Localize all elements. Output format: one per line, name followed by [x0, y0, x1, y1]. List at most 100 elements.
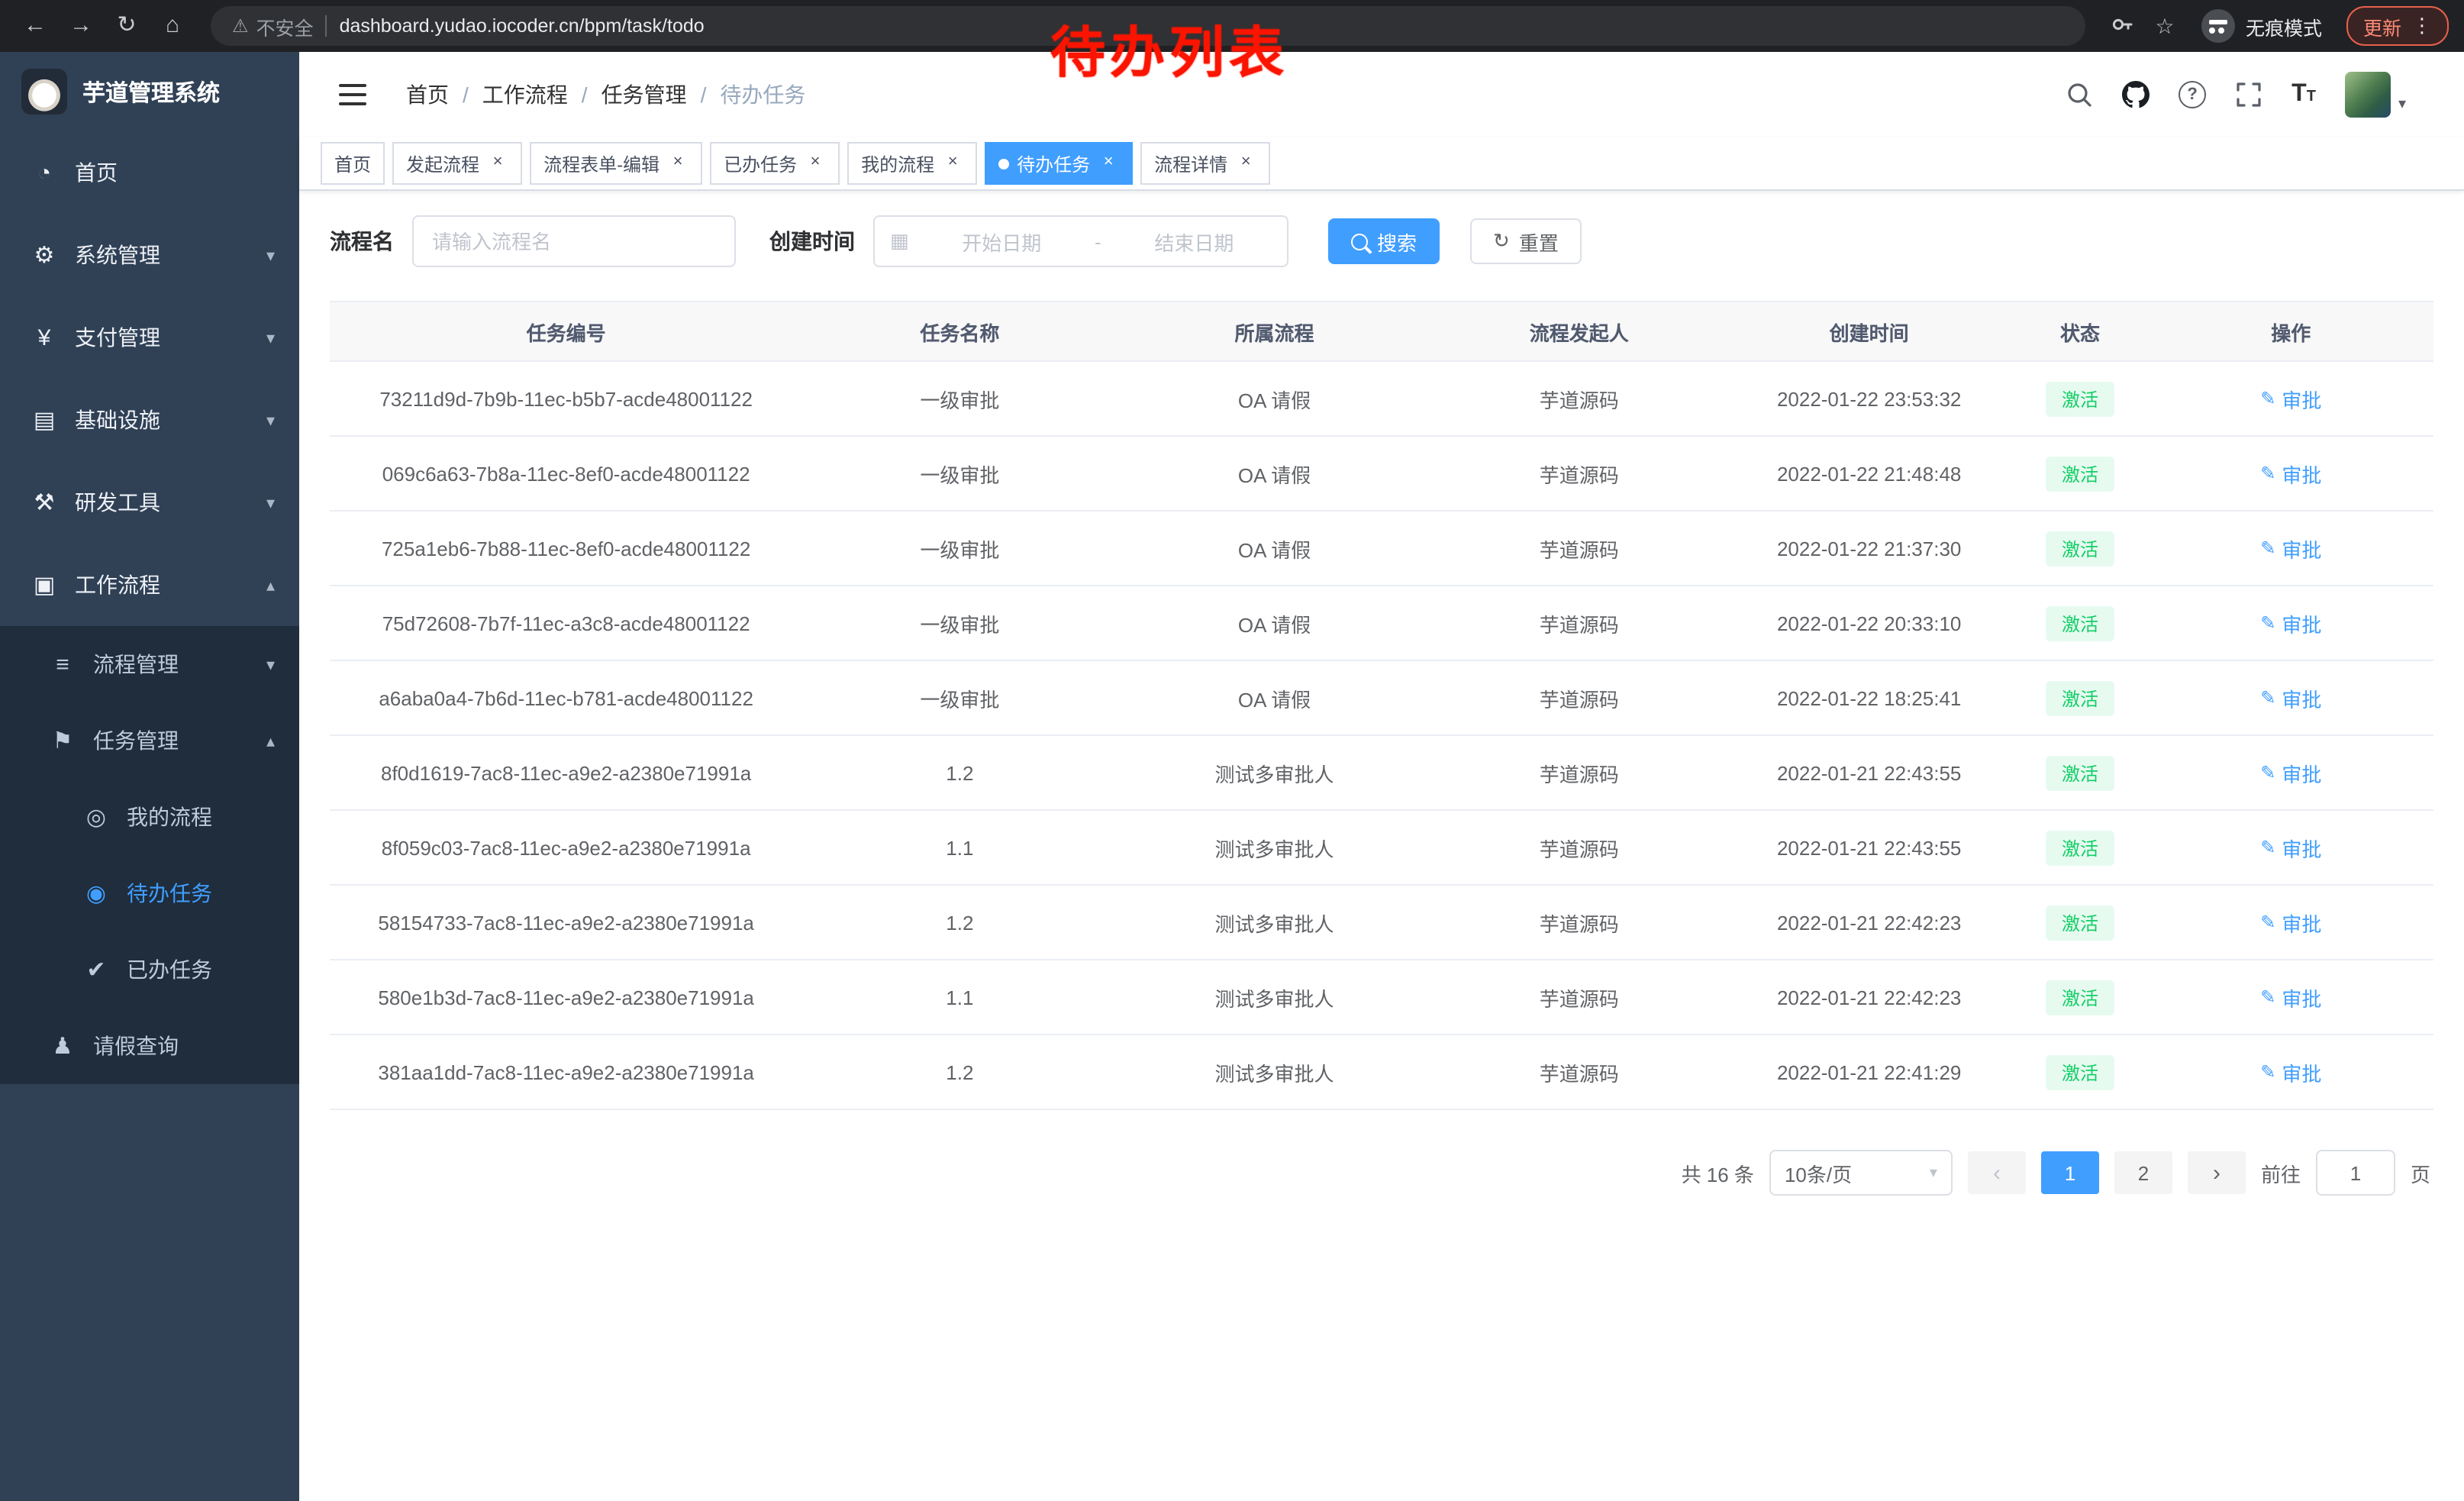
sidebar-item-payment-management[interactable]: ¥支付管理▾ — [0, 296, 299, 379]
tab-item[interactable]: 我的流程× — [847, 142, 977, 185]
close-icon[interactable]: × — [1235, 153, 1256, 174]
table-cell-action: ✎审批 — [2149, 983, 2433, 1012]
sidebar-item-process-management[interactable]: ≡流程管理▾ — [0, 626, 299, 702]
sidebar-item-my-process[interactable]: ◎我的流程 — [0, 779, 299, 855]
table-cell-status: 激活 — [2011, 905, 2148, 940]
table-cell: 2022-01-22 18:25:41 — [1727, 686, 2011, 709]
date-range-picker[interactable]: ▦ 开始日期 - 结束日期 — [873, 215, 1288, 267]
breadcrumb-item[interactable]: 首页 — [406, 79, 449, 110]
incognito-label: 无痕模式 — [2246, 11, 2322, 40]
approve-link[interactable]: ✎审批 — [2260, 758, 2321, 787]
prev-page-button[interactable]: ‹ — [1968, 1151, 2026, 1194]
approve-link[interactable]: ✎审批 — [2260, 534, 2321, 563]
approve-label: 审批 — [2282, 459, 2321, 488]
approve-link[interactable]: ✎审批 — [2260, 608, 2321, 638]
browser-home-icon[interactable]: ⌂ — [153, 6, 192, 46]
table-cell-action: ✎审批 — [2149, 758, 2433, 787]
page-button[interactable]: 1 — [2041, 1151, 2099, 1194]
calendar-icon: ▦ — [890, 229, 909, 253]
breadcrumb-separator: / — [582, 82, 588, 107]
status-badge: 激活 — [2046, 1054, 2114, 1089]
tab-item[interactable]: 发起流程× — [392, 142, 522, 185]
sidebar-item-done-task[interactable]: ✔已办任务 — [0, 931, 299, 1008]
table-cell: 2022-01-21 22:42:23 — [1727, 911, 2011, 934]
approve-link[interactable]: ✎审批 — [2260, 683, 2321, 712]
approve-link[interactable]: ✎审批 — [2260, 833, 2321, 862]
edit-icon: ✎ — [2260, 1061, 2275, 1083]
next-page-button[interactable]: › — [2188, 1151, 2246, 1194]
browser-reload-icon[interactable]: ↻ — [107, 6, 147, 46]
status-badge: 激活 — [2046, 680, 2114, 715]
tab-item[interactable]: 待办任务× — [985, 142, 1133, 185]
table-cell: OA 请假 — [1117, 534, 1431, 563]
table-row: 725a1eb6-7b88-11ec-8ef0-acde48001122一级审批… — [330, 512, 2433, 586]
user-avatar[interactable] — [2345, 72, 2391, 118]
sidebar-item-dev-tools[interactable]: ⚒研发工具▾ — [0, 461, 299, 544]
approve-link[interactable]: ✎审批 — [2260, 459, 2321, 488]
fullscreen-icon[interactable] — [2235, 81, 2262, 108]
approve-link[interactable]: ✎审批 — [2260, 384, 2321, 413]
close-icon[interactable]: × — [487, 153, 508, 174]
page-button[interactable]: 2 — [2114, 1151, 2172, 1194]
search-button[interactable]: 搜索 — [1328, 218, 1440, 264]
end-date-placeholder: 结束日期 — [1117, 227, 1272, 256]
close-icon[interactable]: × — [942, 153, 963, 174]
close-icon[interactable]: × — [805, 153, 826, 174]
approve-link[interactable]: ✎审批 — [2260, 908, 2321, 937]
table-cell-action: ✎审批 — [2149, 534, 2433, 563]
tab-item[interactable]: 首页 — [321, 142, 385, 185]
sidebar-item-leave-query[interactable]: ♟请假查询 — [0, 1008, 299, 1084]
password-key-icon[interactable] — [2104, 11, 2140, 40]
approve-link[interactable]: ✎审批 — [2260, 1057, 2321, 1086]
tab-item[interactable]: 流程详情× — [1140, 142, 1270, 185]
breadcrumb-item[interactable]: 工作流程 — [482, 79, 568, 110]
breadcrumb-item[interactable]: 任务管理 — [601, 79, 687, 110]
browser-forward-icon[interactable]: → — [61, 6, 101, 46]
table-row: 580e1b3d-7ac8-11ec-a9e2-a2380e71991a1.1测… — [330, 960, 2433, 1035]
collapse-sidebar-icon[interactable] — [339, 84, 366, 105]
tab-item[interactable]: 已办任务× — [710, 142, 840, 185]
omnibox-divider — [326, 15, 327, 37]
process-name-input[interactable] — [412, 215, 736, 267]
page-size-select[interactable]: 10条/页 ▾ — [1769, 1150, 1953, 1196]
update-button[interactable]: 更新 ⋮ — [2346, 6, 2449, 46]
status-badge: 激活 — [2046, 381, 2114, 416]
page-size-value: 10条/页 — [1785, 1158, 1852, 1187]
user-menu[interactable]: ▾ — [2345, 72, 2406, 118]
table-cell: 芋道源码 — [1432, 1057, 1727, 1086]
sidebar-item-infrastructure[interactable]: ▤基础设施▾ — [0, 379, 299, 461]
start-date-placeholder: 开始日期 — [924, 227, 1079, 256]
browser-back-icon[interactable]: ← — [15, 6, 55, 46]
search-button-icon — [1351, 233, 1368, 250]
table-row: 58154733-7ac8-11ec-a9e2-a2380e71991a1.2测… — [330, 886, 2433, 960]
url-bar[interactable]: ⚠ 不安全 dashboard.yudao.iocoder.cn/bpm/tas… — [211, 6, 2085, 46]
table-cell: 725a1eb6-7b88-11ec-8ef0-acde48001122 — [330, 537, 802, 560]
table-row: 381aa1dd-7ac8-11ec-a9e2-a2380e71991a1.2测… — [330, 1035, 2433, 1110]
breadcrumb-item: 待办任务 — [720, 79, 805, 110]
search-icon[interactable] — [2066, 81, 2093, 108]
sidebar-item-system-management[interactable]: ⚙系统管理▾ — [0, 214, 299, 296]
browser-menu-dots-icon[interactable]: ⋮ — [2412, 14, 2432, 38]
tab-item[interactable]: 流程表单-编辑× — [530, 142, 702, 185]
table-cell: 1.2 — [802, 911, 1117, 934]
sidebar-item-workflow[interactable]: ▣工作流程▴ — [0, 544, 299, 626]
sidebar-item-task-management[interactable]: ⚑任务管理▴ — [0, 702, 299, 779]
close-icon[interactable]: × — [1098, 153, 1119, 174]
help-icon[interactable]: ? — [2179, 81, 2206, 108]
font-size-icon[interactable]: TT — [2291, 82, 2316, 107]
security-status[interactable]: ⚠ 不安全 — [232, 11, 314, 40]
page-unit-label: 页 — [2411, 1158, 2430, 1187]
table-cell: 芋道源码 — [1432, 608, 1727, 638]
sidebar-item-home[interactable]: ◔首页 — [0, 131, 299, 214]
sidebar-item-label: 流程管理 — [93, 649, 179, 679]
reset-button[interactable]: ↻ 重置 — [1470, 218, 1582, 264]
sidebar-item-label: 请假查询 — [93, 1031, 179, 1061]
sidebar-item-todo-task[interactable]: ◉待办任务 — [0, 855, 299, 931]
close-icon[interactable]: × — [667, 153, 689, 174]
approve-link[interactable]: ✎审批 — [2260, 983, 2321, 1012]
table-cell: 一级审批 — [802, 683, 1117, 712]
table-cell: 测试多审批人 — [1117, 1057, 1431, 1086]
goto-page-input[interactable] — [2316, 1150, 2395, 1196]
bookmark-star-icon[interactable]: ☆ — [2146, 13, 2183, 39]
github-icon[interactable] — [2122, 81, 2150, 108]
